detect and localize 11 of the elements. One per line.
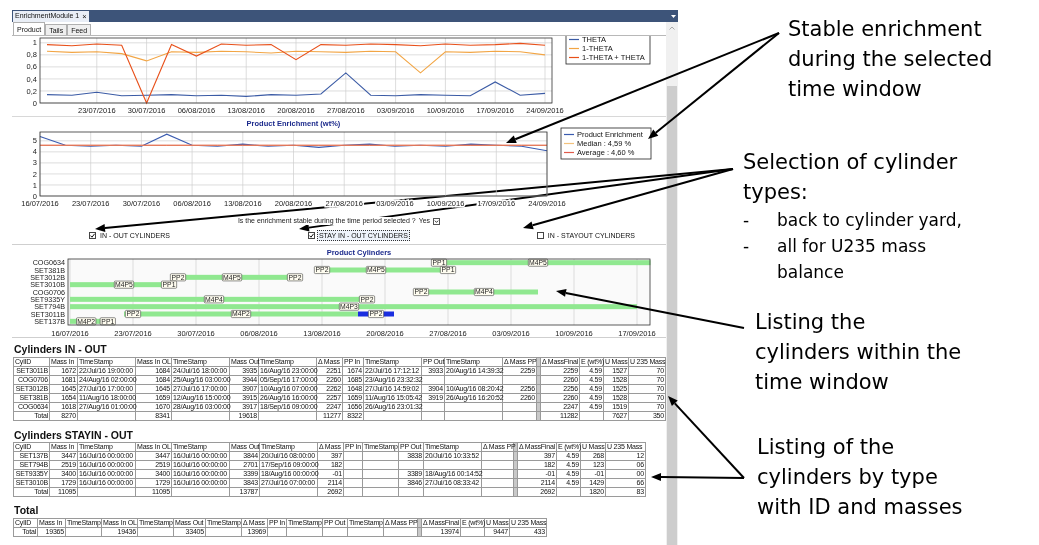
callout-text: back to cylinder yard, [777,209,962,232]
callout-text: all for U235 mass balance [777,235,927,284]
list-marker: - [743,209,751,232]
section-title: Total [14,504,39,516]
callout-text: Stable enrichment during the selected time window [788,16,994,103]
callout-text: Selection of cylinder types: [743,149,959,206]
list-marker: - [743,235,751,258]
callout-text: Listing of the cylinders by type with ID and masses [757,434,964,521]
section-title: Cylinders IN - OUT [14,343,107,355]
callout-text: Listing the cylinders within the time window [755,309,963,396]
section-title: Cylinders STAYIN - OUT [14,429,134,441]
